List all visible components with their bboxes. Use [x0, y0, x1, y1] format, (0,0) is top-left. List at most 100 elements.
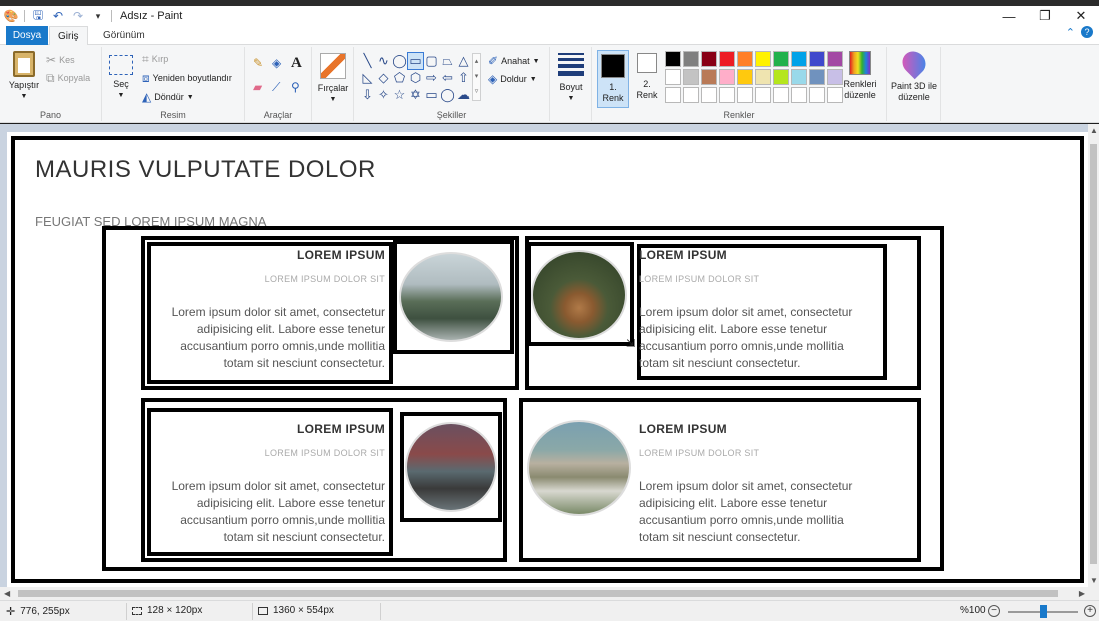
up-arrow-shape-icon[interactable]: ⇧: [456, 70, 471, 86]
outline-button[interactable]: ✐ Anahat ▼: [488, 55, 540, 67]
custom-color-slot[interactable]: [737, 87, 753, 103]
cloud-callout-shape-icon[interactable]: ☁: [456, 87, 471, 103]
zoom-out-icon[interactable]: −: [988, 605, 1000, 617]
size-button[interactable]: Boyut ▼: [554, 53, 588, 104]
right-arrow-shape-icon[interactable]: ⇨: [424, 70, 439, 86]
palette-swatch[interactable]: [809, 69, 825, 85]
scroll-up-icon[interactable]: ▲: [1090, 126, 1098, 135]
custom-color-slot[interactable]: [755, 87, 771, 103]
undo-icon[interactable]: ↶: [51, 9, 65, 23]
curve-shape-icon[interactable]: ∿: [376, 53, 391, 69]
zoom-slider-thumb[interactable]: [1040, 605, 1047, 618]
resize-button[interactable]: ⧈ Yeniden boyutlandır: [142, 72, 232, 84]
down-arrow-shape-icon[interactable]: ⇩: [360, 87, 375, 103]
custom-color-slot[interactable]: [809, 87, 825, 103]
scroll-down-icon[interactable]: ▼: [1090, 576, 1098, 585]
color-palette[interactable]: [665, 51, 843, 103]
shapes-gallery[interactable]: ╲ ∿ ◯ ▭ ▢ ⏢ △ ◺ ◇ ⬠ ⬡ ⇨ ⇦ ⇧ ⇩ ✧ ☆ ✡ ▭ ◯ …: [360, 52, 471, 103]
pentagon-shape-icon[interactable]: ⬠: [392, 70, 407, 86]
palette-swatch[interactable]: [665, 69, 681, 85]
brushes-button[interactable]: Fırçalar ▼: [315, 53, 351, 105]
palette-swatch[interactable]: [755, 51, 771, 67]
restore-button[interactable]: ❐: [1027, 6, 1063, 26]
custom-color-slot[interactable]: [683, 87, 699, 103]
palette-swatch[interactable]: [737, 69, 753, 85]
magnifier-icon[interactable]: ⚲: [291, 81, 300, 93]
tab-file[interactable]: Dosya: [6, 26, 48, 45]
eraser-icon[interactable]: ▰: [253, 81, 262, 93]
rounded-rectangle-shape-icon[interactable]: ▢: [424, 53, 439, 69]
palette-swatch[interactable]: [773, 69, 789, 85]
palette-swatch[interactable]: [737, 51, 753, 67]
palette-swatch[interactable]: [791, 51, 807, 67]
minimize-button[interactable]: —: [991, 6, 1027, 26]
oval-shape-icon[interactable]: ◯: [392, 53, 407, 69]
custom-color-slot[interactable]: [773, 87, 789, 103]
palette-swatch[interactable]: [773, 51, 789, 67]
card2-title: LOREM IPSUM: [639, 248, 727, 262]
fill-bucket-icon[interactable]: ◈: [272, 57, 281, 69]
copy-button[interactable]: ⧉ Kopyala: [46, 72, 90, 84]
tab-view[interactable]: Görünüm: [95, 26, 153, 45]
palette-swatch[interactable]: [719, 69, 735, 85]
palette-swatch[interactable]: [683, 51, 699, 67]
edit-with-paint3d-button[interactable]: Paint 3D ile düzenle: [887, 46, 941, 103]
color-picker-icon[interactable]: ⟋: [272, 81, 280, 93]
palette-swatch[interactable]: [755, 69, 771, 85]
card1-body-line: accusantium porro omnis,unde mollitia: [180, 339, 385, 353]
palette-swatch[interactable]: [791, 69, 807, 85]
six-point-star-shape-icon[interactable]: ✡: [408, 87, 423, 103]
palette-swatch[interactable]: [683, 69, 699, 85]
collapse-ribbon-icon[interactable]: ⌃: [1066, 26, 1075, 39]
polygon-shape-icon[interactable]: ⏢: [440, 53, 455, 69]
palette-swatch[interactable]: [701, 69, 717, 85]
vertical-scroll-thumb[interactable]: [1090, 144, 1097, 564]
diamond-shape-icon[interactable]: ◇: [376, 70, 391, 86]
paste-button[interactable]: Yapıştır ▼: [4, 51, 44, 102]
rounded-callout-shape-icon[interactable]: ▭: [424, 87, 439, 103]
paint-app-icon[interactable]: 🎨: [4, 9, 19, 23]
custom-color-slot[interactable]: [791, 87, 807, 103]
left-arrow-shape-icon[interactable]: ⇦: [440, 70, 455, 86]
crop-button[interactable]: ⌗ Kırp: [142, 53, 168, 65]
right-triangle-shape-icon[interactable]: ◺: [360, 70, 375, 86]
edit-colors-button[interactable]: Renkleri düzenle: [840, 51, 880, 101]
triangle-shape-icon[interactable]: △: [456, 53, 471, 69]
cut-button[interactable]: ✂ Kes: [46, 54, 75, 66]
five-point-star-shape-icon[interactable]: ☆: [392, 87, 407, 103]
status-bar: ✛ 776, 255px 128 × 120px 1360 × 554px %1…: [0, 600, 1099, 621]
palette-swatch[interactable]: [809, 51, 825, 67]
palette-swatch[interactable]: [665, 51, 681, 67]
scroll-left-icon[interactable]: ◀: [4, 589, 10, 598]
custom-color-slot[interactable]: [665, 87, 681, 103]
help-icon[interactable]: ?: [1081, 26, 1093, 38]
scroll-right-icon[interactable]: ▶: [1079, 589, 1085, 598]
drawing-canvas[interactable]: MAURIS VULPUTATE DOLOR FEUGIAT SED LOREM…: [7, 132, 1088, 587]
customize-quick-access-icon[interactable]: ▾: [91, 9, 105, 23]
four-point-star-shape-icon[interactable]: ✧: [376, 87, 391, 103]
shapes-scroll[interactable]: ▴ ▾ ▿: [472, 53, 481, 101]
rectangle-shape-icon[interactable]: ▭: [407, 52, 424, 70]
text-icon[interactable]: A: [291, 55, 302, 72]
redo-icon[interactable]: ↷: [71, 9, 85, 23]
fill-button[interactable]: ◈ Doldur ▼: [488, 73, 537, 85]
color1-button[interactable]: 1. Renk: [597, 50, 629, 108]
vertical-scrollbar[interactable]: ▲ ▼: [1088, 124, 1099, 587]
palette-swatch[interactable]: [719, 51, 735, 67]
custom-color-slot[interactable]: [701, 87, 717, 103]
custom-color-slot[interactable]: [719, 87, 735, 103]
color2-button[interactable]: 2. Renk: [632, 53, 662, 101]
close-button[interactable]: ✕: [1063, 6, 1099, 26]
palette-swatch[interactable]: [701, 51, 717, 67]
tab-home[interactable]: Giriş: [49, 26, 88, 46]
line-shape-icon[interactable]: ╲: [360, 53, 375, 69]
horizontal-scrollbar[interactable]: ◀ ▶: [0, 587, 1099, 600]
select-button[interactable]: Seç ▼: [108, 55, 134, 101]
horizontal-scroll-thumb[interactable]: [18, 590, 1058, 597]
oval-callout-shape-icon[interactable]: ◯: [440, 87, 455, 103]
rotate-button[interactable]: ◭ Döndür ▼: [142, 91, 194, 103]
pencil-icon[interactable]: ✎: [253, 57, 263, 69]
hexagon-shape-icon[interactable]: ⬡: [408, 70, 423, 86]
zoom-in-icon[interactable]: +: [1084, 605, 1096, 617]
save-icon[interactable]: 🖫: [31, 8, 45, 23]
